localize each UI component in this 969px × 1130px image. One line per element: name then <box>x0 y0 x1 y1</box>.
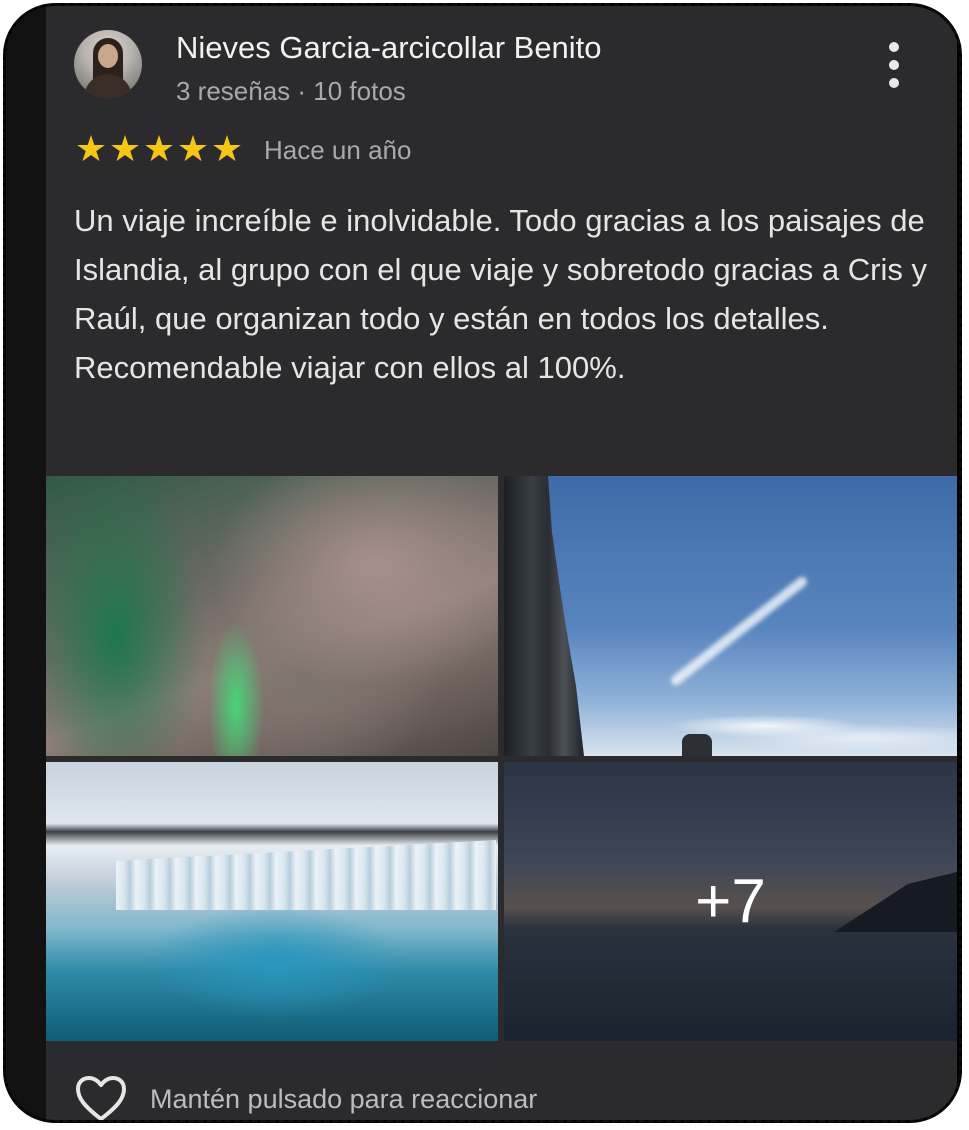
kebab-menu-icon[interactable] <box>880 40 908 90</box>
star-icon: ★ <box>210 128 244 169</box>
photo-waterfall[interactable] <box>46 762 498 1041</box>
photo-cliff-sky[interactable] <box>504 476 957 756</box>
more-photos-count: +7 <box>695 867 766 936</box>
review-date: Hace un año <box>264 135 412 165</box>
photo-aurora[interactable] <box>46 476 498 756</box>
left-edge <box>6 6 46 1120</box>
star-icon: ★ <box>176 128 210 169</box>
star-rating: ★ ★ ★ ★ ★ <box>74 129 244 169</box>
star-icon: ★ <box>74 128 108 169</box>
avatar[interactable] <box>74 30 142 98</box>
star-icon: ★ <box>142 128 176 169</box>
photo-more[interactable]: +7 <box>504 762 957 1041</box>
author-name[interactable]: Nieves Garcia-arcicollar Benito <box>176 30 602 66</box>
react-hint: Mantén pulsado para reaccionar <box>150 1083 538 1114</box>
author-meta: 3 reseñas · 10 fotos <box>176 76 406 106</box>
review-card: Nieves Garcia-arcicollar Benito 3 reseña… <box>46 6 957 1120</box>
photo-grid: +7 <box>46 476 957 1041</box>
react-row[interactable]: Mantén pulsado para reaccionar <box>74 1074 538 1123</box>
phone-frame: Nieves Garcia-arcicollar Benito 3 reseña… <box>3 3 962 1123</box>
review-text: Un viaje increíble e inolvidable. Todo g… <box>74 203 927 385</box>
star-icon: ★ <box>108 128 142 169</box>
heart-outline-icon[interactable] <box>74 1074 128 1123</box>
